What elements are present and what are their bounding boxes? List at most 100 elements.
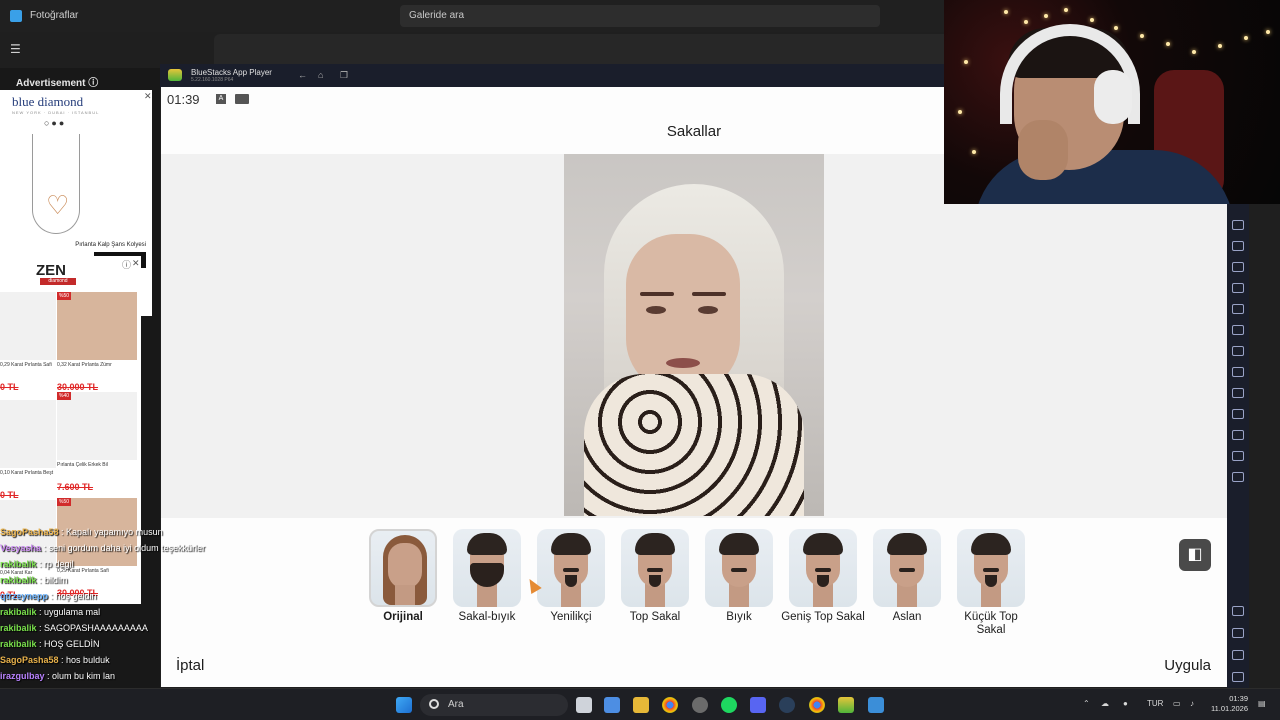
beard-style-item[interactable]: Yenilikçi [529, 527, 613, 645]
thumb-goatee [649, 575, 661, 587]
beard-style-label: Bıyık [726, 611, 752, 623]
hamburger-menu-icon[interactable]: ☰ [10, 42, 21, 56]
toolbar-tool-icon[interactable] [1232, 388, 1244, 398]
toolbar-nav-icon[interactable] [1232, 628, 1244, 638]
toolbar-tool-icon[interactable] [1232, 325, 1244, 335]
file-explorer-icon[interactable] [633, 697, 649, 713]
fairy-light [964, 60, 968, 64]
toolbar-nav-icon[interactable] [1232, 650, 1244, 660]
bluestacks-side-toolbar [1227, 200, 1249, 688]
toolbar-nav-icon[interactable] [1232, 672, 1244, 682]
beard-style-thumbnail[interactable] [621, 529, 689, 607]
photo-brow-left [640, 292, 674, 296]
chat-username[interactable]: rakibalik [0, 575, 37, 585]
chat-username[interactable]: qtrzeynepp [0, 591, 48, 601]
close-icon[interactable]: ✕ [132, 258, 140, 269]
bluestacks-titlebar: BlueStacks App Player 5.22.160.1028 P64 … [160, 64, 950, 88]
toolbar-tool-icon[interactable] [1232, 367, 1244, 377]
search-icon [429, 699, 439, 709]
taskbar-clock[interactable]: 01:39 11.01.2026 [1211, 694, 1248, 714]
chat-message: rakibalik : SAGOPASHAAAAAAAAA [0, 620, 240, 636]
beard-style-item[interactable]: Sakal-bıyık [445, 527, 529, 645]
carousel-dots[interactable]: ○●● [44, 118, 66, 128]
toolbar-tool-icon[interactable] [1232, 220, 1244, 230]
store-icon[interactable] [604, 697, 620, 713]
chrome-icon[interactable] [662, 697, 678, 713]
cloud-icon[interactable]: ☁ [1101, 699, 1109, 708]
chat-username[interactable]: irazgulbay [0, 671, 45, 681]
chat-username[interactable]: SagoPasha58 [0, 655, 59, 665]
toolbar-tool-icon[interactable] [1232, 304, 1244, 314]
info-icon[interactable]: ⓘ [122, 258, 131, 271]
beard-style-thumbnail[interactable] [789, 529, 857, 607]
notification-icon[interactable]: ▤ [1258, 699, 1266, 708]
chat-username[interactable]: rakibalik [0, 559, 37, 569]
beard-style-thumbnail[interactable] [873, 529, 941, 607]
steam-icon[interactable] [779, 697, 795, 713]
close-icon[interactable]: ✕ [144, 91, 152, 102]
microphone-icon[interactable]: ● [1123, 699, 1128, 708]
fairy-light [1140, 34, 1144, 38]
notification-a-icon: A [216, 94, 226, 104]
beard-style-label: Küçük Top Sakal [964, 611, 1018, 636]
chrome-icon[interactable] [809, 697, 825, 713]
task-view-icon[interactable] [576, 697, 592, 713]
app-icon[interactable] [692, 697, 708, 713]
windows-start-icon[interactable] [396, 697, 412, 713]
home-icon[interactable]: ⌂ [318, 70, 323, 80]
back-icon[interactable]: ← [298, 70, 307, 80]
beard-style-item[interactable]: Orijinal [361, 527, 445, 645]
notification-folder-icon [235, 94, 249, 104]
taskbar-search[interactable]: Ara [420, 694, 568, 716]
toolbar-tool-icon[interactable] [1232, 409, 1244, 419]
beard-style-item[interactable]: Küçük Top Sakal [949, 527, 1033, 645]
product-image [0, 400, 56, 468]
toolbar-tool-icon[interactable] [1232, 262, 1244, 272]
recent-apps-icon[interactable]: ❐ [340, 70, 348, 81]
chat-text: bildim [44, 575, 68, 585]
spotify-icon[interactable] [721, 697, 737, 713]
beard-style-thumbnail[interactable] [369, 529, 437, 607]
chat-username[interactable]: rakibalik [0, 623, 37, 633]
beard-style-thumbnail[interactable] [705, 529, 773, 607]
chat-text: seni gordum daha iyi oldum teşekkürler [48, 543, 206, 553]
discount-badge: %50 [57, 292, 72, 300]
beard-style-thumbnail[interactable] [453, 529, 521, 607]
toolbar-tool-icon[interactable] [1232, 451, 1244, 461]
beard-style-item[interactable]: Top Sakal [613, 527, 697, 645]
chat-message: qtrzeynepp : hoş geldin [0, 588, 240, 604]
photo-brow-right [692, 292, 726, 296]
toolbar-tool-icon[interactable] [1232, 346, 1244, 356]
chat-separator: : [58, 655, 67, 665]
toolbar-tool-icon[interactable] [1232, 241, 1244, 251]
beard-style-item[interactable]: Aslan [865, 527, 949, 645]
toolbar-tool-icon[interactable] [1232, 283, 1244, 293]
fairy-light [1004, 10, 1008, 14]
toolbar-tool-icon[interactable] [1232, 430, 1244, 440]
discord-icon[interactable] [750, 697, 766, 713]
discount-badge: %40 [57, 392, 72, 400]
compare-toggle-button[interactable]: ◧ [1179, 539, 1211, 571]
chat-username[interactable]: rakibalik [0, 639, 37, 649]
beard-style-thumbnail[interactable] [537, 529, 605, 607]
chat-username[interactable]: SagoPasha58 [0, 527, 59, 537]
chat-username[interactable]: Vesyasha [0, 543, 41, 553]
network-icon[interactable]: ▭ [1173, 699, 1181, 708]
toolbar-nav-icon[interactable] [1232, 606, 1244, 616]
chat-username[interactable]: rakibalik [0, 607, 37, 617]
ad-caption: Pırlanta Kalp Şans Kolyesi [75, 242, 146, 248]
beard-style-item[interactable]: Bıyık [697, 527, 781, 645]
beard-style-thumbnail[interactable] [957, 529, 1025, 607]
beard-style-item[interactable]: Geniş Top Sakal [781, 527, 865, 645]
photo-preview-area: ◧ [161, 154, 1227, 571]
language-indicator[interactable]: TUR [1147, 699, 1163, 708]
photos-search-input[interactable]: Galeride ara [400, 5, 880, 27]
bluestacks-taskbar-icon[interactable] [838, 697, 854, 713]
chevron-up-icon[interactable]: ⌃ [1083, 699, 1090, 708]
chat-separator: : [36, 559, 45, 569]
volume-icon[interactable]: ♪ [1190, 699, 1194, 708]
app-icon[interactable] [868, 697, 884, 713]
toolbar-tool-icon[interactable] [1232, 472, 1244, 482]
ad-brand-subline: diamond [40, 278, 76, 285]
apply-button[interactable]: Uygula [1164, 657, 1211, 674]
